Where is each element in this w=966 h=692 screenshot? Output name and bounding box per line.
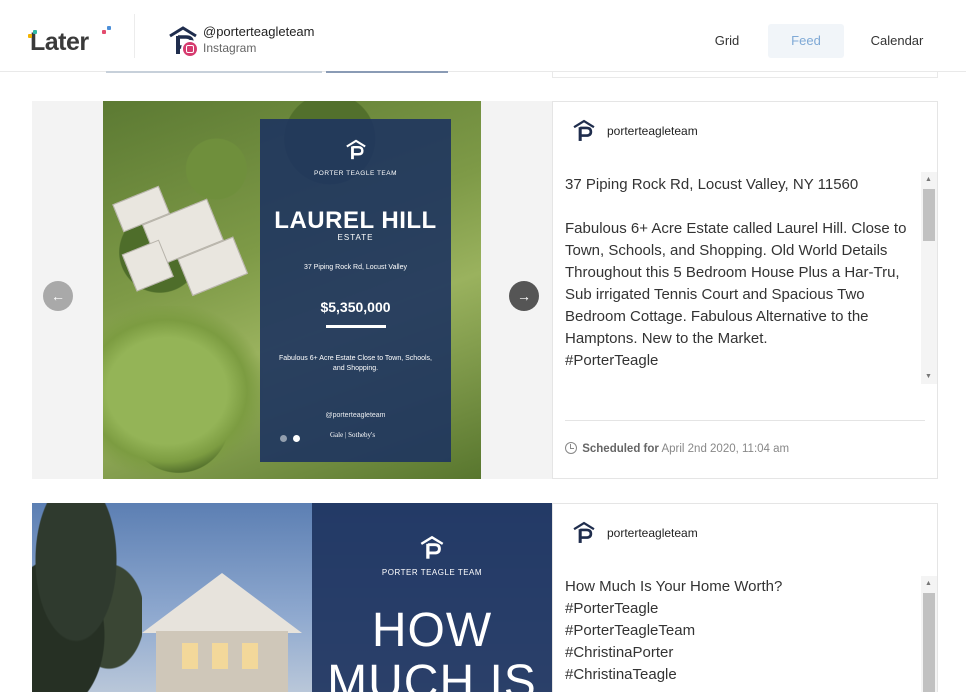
logo-dot bbox=[107, 26, 111, 30]
carousel-dot bbox=[280, 435, 287, 442]
overlay-description: Fabulous 6+ Acre Estate Close to Town, S… bbox=[279, 355, 432, 372]
scroll-up-icon[interactable]: ▲ bbox=[925, 176, 932, 183]
previous-post-edge bbox=[106, 71, 322, 73]
overlay-price: $5,350,000 bbox=[320, 299, 391, 315]
caption-address: 37 Piping Rock Rd, Locust Valley, NY 115… bbox=[565, 176, 859, 193]
logo-dot bbox=[33, 30, 37, 34]
schedule-label: Scheduled for bbox=[582, 443, 659, 455]
caption-line: #ChristinaPorter bbox=[565, 644, 674, 661]
clock-icon bbox=[565, 442, 577, 454]
overlay-divider bbox=[325, 325, 386, 328]
post-caption[interactable]: 37 Piping Rock Rd, Locust Valley, NY 115… bbox=[565, 174, 913, 384]
lawn-shape bbox=[103, 306, 263, 476]
previous-card-edge bbox=[552, 72, 938, 78]
schedule-info: Scheduled for April 2nd 2020, 11:04 am bbox=[565, 442, 789, 455]
caption-scrollbar[interactable]: ▲ bbox=[921, 576, 937, 692]
scrollbar-thumb[interactable] bbox=[923, 593, 935, 692]
previous-post-edge bbox=[326, 71, 448, 73]
logo-dot bbox=[28, 34, 32, 38]
overlay-address: 37 Piping Rock Rd, Locust Valley bbox=[304, 264, 407, 271]
tree-shape bbox=[32, 503, 142, 692]
arrow-right-icon[interactable]: → bbox=[509, 281, 539, 311]
brokerage-logo: Gale | Sotheby's bbox=[330, 431, 376, 439]
caption-line: #ChristinaTeagle bbox=[565, 666, 677, 683]
logo-text: Later bbox=[30, 28, 89, 56]
overlay-headline: MUCH IS bbox=[327, 656, 537, 692]
overlay-headline: HOW bbox=[371, 604, 493, 657]
caption-line: #PorterTeagleTeam bbox=[565, 622, 696, 639]
carousel-dots bbox=[280, 429, 306, 447]
author-handle: porterteagleteam bbox=[607, 526, 698, 540]
overlay-team-name: PORTER TEAGLE TEAM bbox=[313, 170, 398, 177]
post-media-carousel: PORTER TEAGLE TEAM LAUREL HILL ESTATE 37… bbox=[32, 101, 552, 479]
scroll-down-icon[interactable]: ▼ bbox=[925, 373, 932, 380]
card-divider bbox=[565, 420, 925, 421]
listing-overlay: PORTER TEAGLE TEAM LAUREL HILL ESTATE 37… bbox=[260, 119, 451, 462]
logo-dot bbox=[102, 30, 106, 34]
instagram-icon bbox=[181, 40, 199, 58]
author-avatar-icon bbox=[573, 521, 595, 543]
post-details-card: porterteagleteam How Much Is Your Home W… bbox=[552, 503, 938, 692]
team-logo-icon bbox=[420, 535, 444, 559]
team-logo-icon bbox=[345, 139, 366, 160]
overlay-title: LAUREL HILL bbox=[274, 207, 437, 234]
carousel-dot bbox=[293, 435, 300, 442]
overlay-handle: @porterteagleteam bbox=[325, 412, 386, 419]
post-media: PORTER TEAGLE TEAM HOW MUCH IS bbox=[32, 503, 552, 692]
post-image: PORTER TEAGLE TEAM LAUREL HILL ESTATE 37… bbox=[103, 101, 481, 479]
later-logo[interactable]: Later bbox=[28, 26, 111, 57]
scroll-up-icon[interactable]: ▲ bbox=[925, 580, 932, 587]
top-bar: Later @porterteagleteam Instagram Grid F… bbox=[0, 0, 966, 72]
author-handle: porterteagleteam bbox=[607, 124, 698, 138]
tab-grid[interactable]: Grid bbox=[700, 24, 754, 58]
author-avatar-icon bbox=[573, 119, 595, 141]
tab-feed[interactable]: Feed bbox=[768, 24, 844, 58]
caption-body: Fabulous 6+ Acre Estate called Laurel Hi… bbox=[565, 220, 907, 347]
caption-line: #PorterTeagle bbox=[565, 600, 659, 617]
arrow-left-icon[interactable]: ← bbox=[43, 281, 73, 311]
promo-overlay: PORTER TEAGLE TEAM HOW MUCH IS bbox=[312, 503, 552, 692]
scrollbar-thumb[interactable] bbox=[923, 189, 935, 241]
house-illustration bbox=[142, 573, 302, 692]
post-caption[interactable]: How Much Is Your Home Worth? #PorterTeag… bbox=[565, 576, 913, 692]
caption-tags: #PorterTeagle bbox=[565, 352, 659, 369]
account-handle: @porterteagleteam bbox=[203, 24, 315, 39]
schedule-time: April 2nd 2020, 11:04 am bbox=[661, 443, 790, 455]
tab-calendar[interactable]: Calendar bbox=[860, 24, 934, 58]
header-divider bbox=[134, 14, 135, 58]
overlay-team-name: PORTER TEAGLE TEAM bbox=[381, 568, 483, 577]
account-platform: Instagram bbox=[203, 41, 257, 55]
caption-line: How Much Is Your Home Worth? bbox=[565, 578, 783, 595]
caption-scrollbar[interactable]: ▲ ▼ bbox=[921, 172, 937, 384]
post-details-card: porterteagleteam 37 Piping Rock Rd, Locu… bbox=[552, 101, 938, 479]
